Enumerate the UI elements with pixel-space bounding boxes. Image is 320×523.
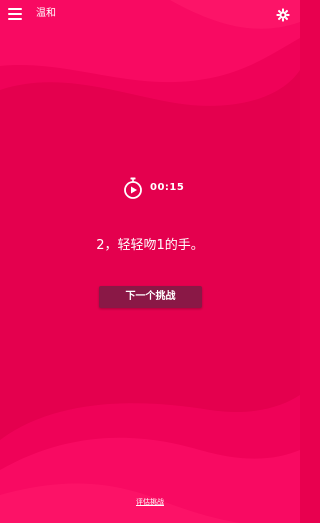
settings-gear-icon[interactable] [276, 7, 290, 22]
hamburger-menu-icon[interactable] [8, 7, 24, 21]
stopwatch-icon [124, 177, 142, 199]
top-bar: 温和 [0, 0, 300, 28]
next-challenge-button[interactable]: 下一个挑战 [99, 286, 202, 308]
rate-challenge-link[interactable]: 评估挑战 [0, 497, 300, 507]
background-waves [0, 0, 300, 523]
page-title: 温和 [36, 8, 56, 19]
challenge-text: 2，轻轻吻1的手。 [96, 238, 204, 253]
timer-value: 00:15 [150, 182, 185, 193]
